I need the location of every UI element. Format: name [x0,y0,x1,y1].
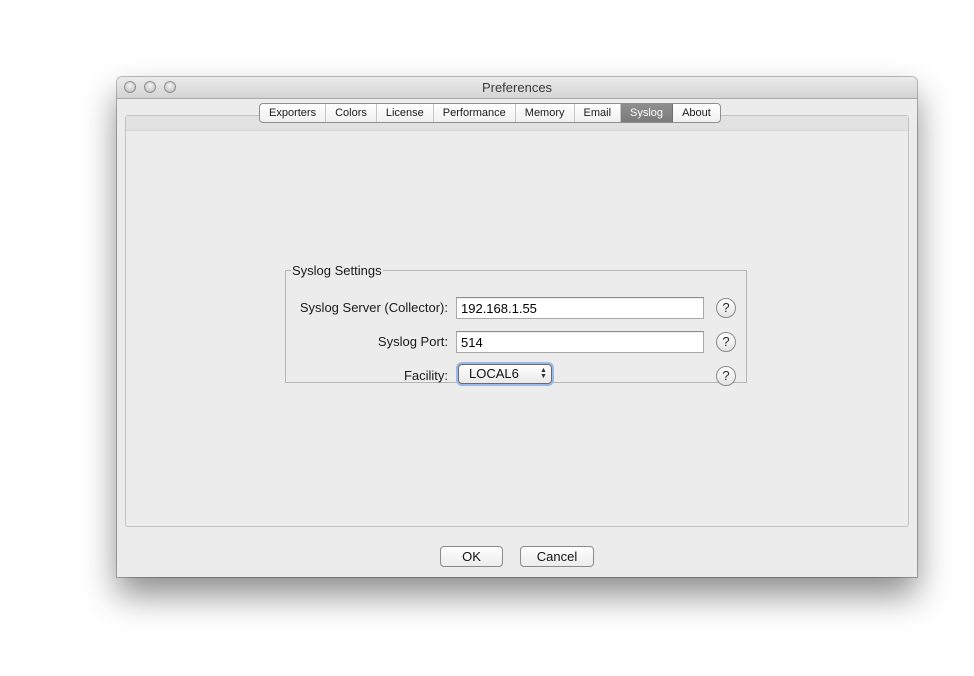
tab-bar: Exporters Colors License Performance Mem… [259,103,721,123]
syslog-port-label: Syslog Port: [377,334,448,349]
tab-memory[interactable]: Memory [516,104,575,122]
facility-select[interactable]: LOCAL6 ▲ ▼ [458,364,552,384]
port-help-icon[interactable]: ? [716,332,736,352]
syslog-settings-group: Syslog Settings Syslog Server (Collector… [285,263,747,386]
facility-selected-value: LOCAL6 [469,366,519,381]
syslog-port-input[interactable] [456,331,704,353]
title-bar[interactable]: Preferences [117,77,917,99]
tab-exporters[interactable]: Exporters [260,104,327,122]
facility-label: Facility: [403,368,448,383]
tab-email[interactable]: Email [575,104,622,122]
facility-help-icon[interactable]: ? [716,366,736,386]
syslog-server-input[interactable] [456,297,704,319]
syslog-server-label: Syslog Server (Collector): [299,300,448,315]
tab-syslog[interactable]: Syslog [621,104,674,122]
syslog-settings-title: Syslog Settings [292,263,382,278]
updown-chevron-icon: ▲ ▼ [540,367,547,380]
server-help-icon[interactable]: ? [716,298,736,318]
ok-button[interactable]: OK [440,546,503,567]
cancel-button[interactable]: Cancel [520,546,594,567]
tab-license[interactable]: License [377,104,434,122]
tab-about[interactable]: About [673,104,720,122]
tab-colors[interactable]: Colors [326,104,377,122]
preferences-window: Preferences Exporters Colors License Per… [117,77,917,577]
window-title: Preferences [481,80,553,95]
tab-performance[interactable]: Performance [434,104,516,122]
